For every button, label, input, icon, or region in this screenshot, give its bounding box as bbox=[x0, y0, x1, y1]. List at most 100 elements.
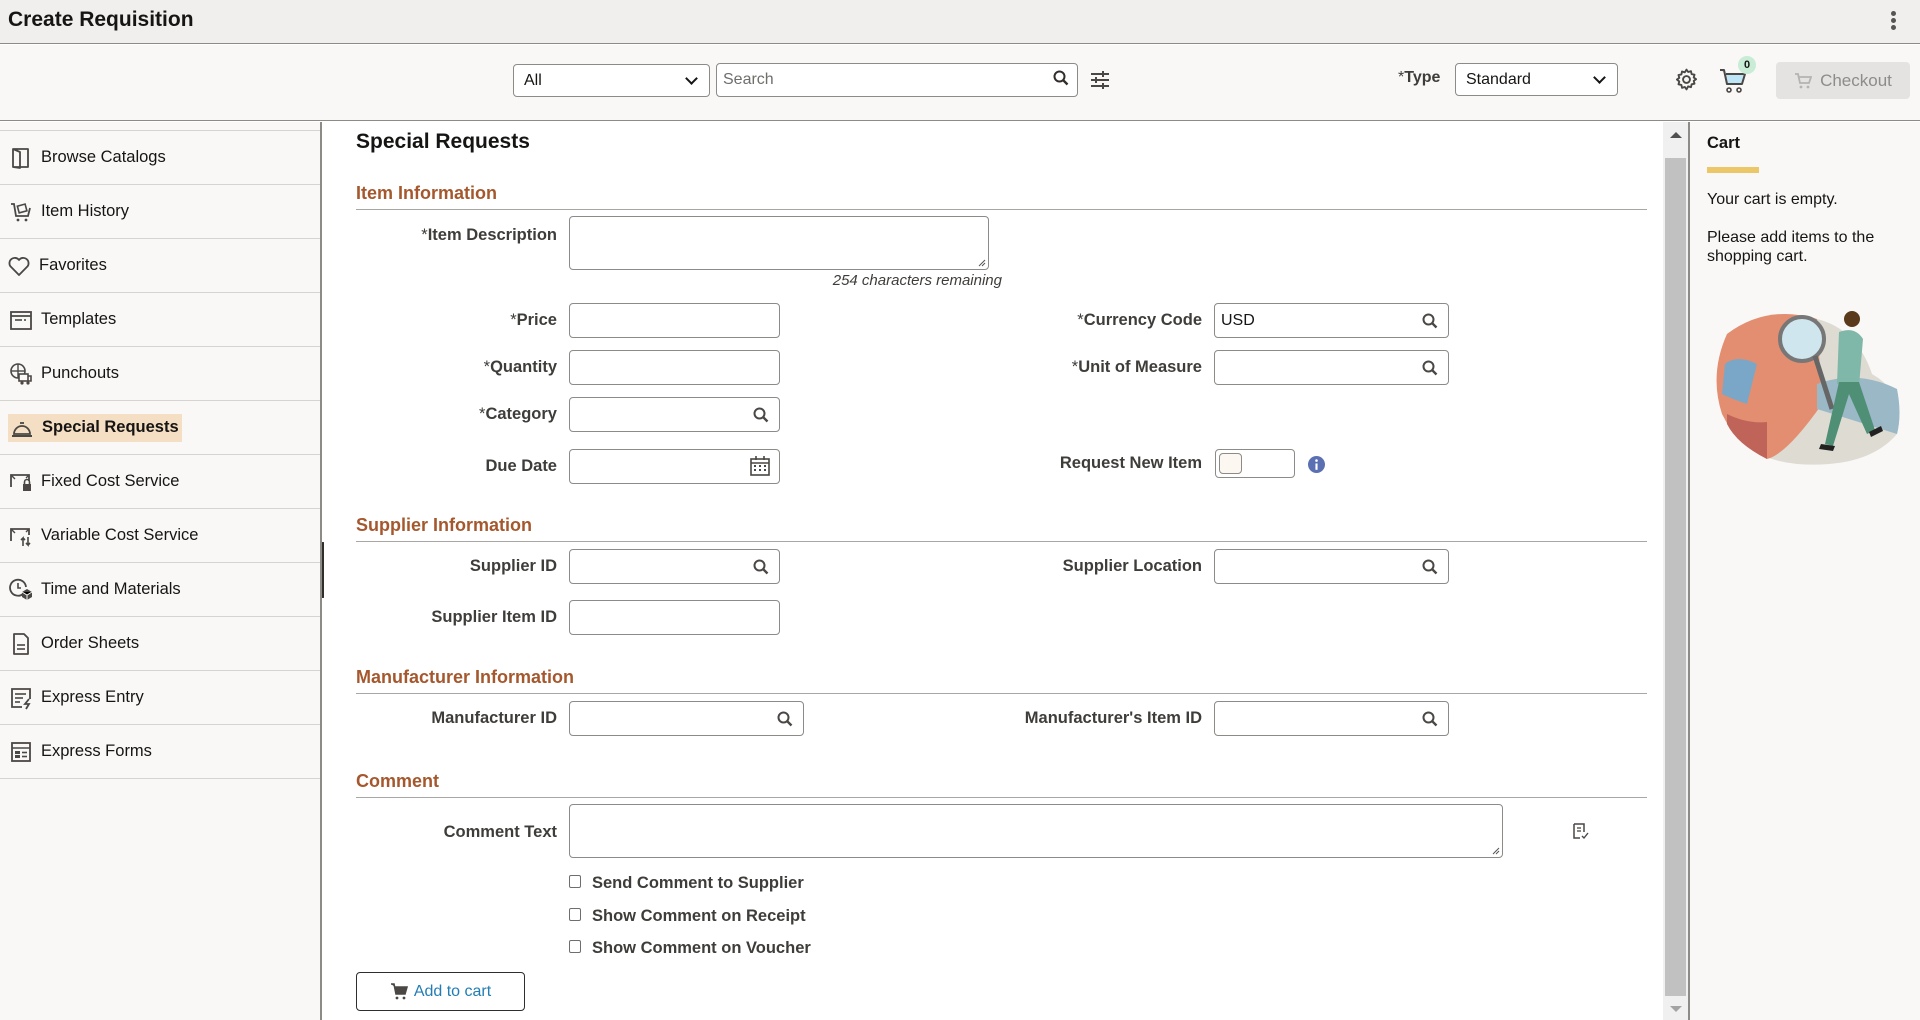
kebab-menu-icon[interactable] bbox=[1885, 9, 1901, 35]
search-icon[interactable] bbox=[1422, 360, 1438, 376]
sidebar-item-variable-cost-service[interactable]: Variable Cost Service bbox=[0, 509, 320, 563]
cart-checkout-icon bbox=[1795, 72, 1813, 88]
price-label: *Price bbox=[510, 311, 557, 329]
sidebar-item-item-history[interactable]: Item History bbox=[0, 185, 320, 239]
search-icon[interactable] bbox=[753, 407, 769, 423]
page-title: Special Requests bbox=[356, 130, 530, 153]
price-input[interactable] bbox=[569, 303, 780, 338]
globe-truck-icon bbox=[10, 362, 32, 385]
search-icon[interactable] bbox=[1422, 313, 1438, 329]
manufacturer-id-label: Manufacturer ID bbox=[431, 709, 557, 727]
sidebar-item-favorites[interactable]: Favorites bbox=[0, 239, 320, 293]
search-scope-select[interactable]: All bbox=[513, 64, 710, 97]
page-header-title: Create Requisition bbox=[8, 8, 194, 31]
show-comment-on-voucher-label: Show Comment on Voucher bbox=[592, 939, 811, 957]
supplier-id-label: Supplier ID bbox=[469, 557, 557, 575]
search-input[interactable]: Search bbox=[716, 63, 1078, 97]
unit-of-measure-input[interactable] bbox=[1214, 350, 1449, 385]
search-scope-value: All bbox=[524, 71, 542, 89]
type-select[interactable]: Standard bbox=[1455, 63, 1618, 96]
supplier-item-id-label: Supplier Item ID bbox=[431, 608, 557, 626]
info-icon[interactable] bbox=[1308, 456, 1325, 473]
sidebar-item-express-entry[interactable]: Express Entry bbox=[0, 671, 320, 725]
sidebar-item-order-sheets[interactable]: Order Sheets bbox=[0, 617, 320, 671]
search-icon[interactable] bbox=[1053, 70, 1069, 86]
cart-count-badge: 0 bbox=[1738, 56, 1756, 74]
clock-box-icon bbox=[9, 578, 33, 600]
chevron-down-icon bbox=[685, 71, 698, 85]
title-bar: Create Requisition bbox=[0, 0, 1920, 44]
quantity-input[interactable] bbox=[569, 350, 780, 385]
sidebar-item-special-requests[interactable]: Special Requests bbox=[0, 401, 320, 455]
supplier-location-input[interactable] bbox=[1214, 549, 1449, 584]
book-icon bbox=[12, 147, 29, 169]
cart-history-icon bbox=[11, 202, 31, 221]
fixed-cost-icon bbox=[10, 473, 31, 491]
show-comment-on-receipt-checkbox[interactable] bbox=[569, 908, 581, 921]
section-supplier-information: Supplier Information bbox=[356, 510, 1647, 542]
category-input[interactable] bbox=[569, 397, 780, 432]
checkout-button[interactable]: Checkout bbox=[1776, 62, 1910, 99]
quantity-label: *Quantity bbox=[483, 358, 557, 376]
request-new-item-toggle[interactable] bbox=[1215, 449, 1295, 478]
search-icon[interactable] bbox=[753, 559, 769, 575]
due-date-input[interactable] bbox=[569, 449, 780, 484]
characters-remaining: 254 characters remaining bbox=[832, 272, 1002, 289]
chevron-down-icon bbox=[1593, 70, 1606, 84]
document-icon bbox=[13, 632, 29, 655]
supplier-item-id-input[interactable] bbox=[569, 600, 780, 635]
add-to-cart-label: Add to cart bbox=[413, 982, 492, 1000]
show-comment-on-voucher-checkbox[interactable] bbox=[569, 940, 581, 953]
item-description-input[interactable] bbox=[569, 216, 989, 270]
search-icon[interactable] bbox=[1422, 711, 1438, 727]
search-icon[interactable] bbox=[1422, 559, 1438, 575]
cart-empty-message: Your cart is empty. bbox=[1707, 191, 1838, 208]
manufacturers-item-id-input[interactable] bbox=[1214, 701, 1449, 736]
filter-settings-icon[interactable] bbox=[1089, 69, 1111, 91]
resize-grip-icon[interactable] bbox=[1490, 845, 1500, 855]
supplier-id-input[interactable] bbox=[569, 549, 780, 584]
currency-code-label: *Currency Code bbox=[1077, 311, 1202, 329]
section-comment: Comment bbox=[356, 766, 1647, 798]
sidebar-item-punchouts[interactable]: Punchouts bbox=[0, 347, 320, 401]
type-label: *Type bbox=[1398, 69, 1441, 86]
manufacturer-id-input[interactable] bbox=[569, 701, 804, 736]
scroll-up-arrow-icon[interactable] bbox=[1670, 132, 1682, 138]
template-icon bbox=[10, 310, 32, 330]
cart-title: Cart bbox=[1707, 134, 1741, 152]
checkout-label: Checkout bbox=[1820, 70, 1892, 90]
comment-text-label: Comment Text bbox=[443, 823, 557, 841]
section-manufacturer-information: Manufacturer Information bbox=[356, 662, 1647, 694]
search-icon[interactable] bbox=[777, 711, 793, 727]
type-select-value: Standard bbox=[1466, 70, 1531, 88]
sidebar-item-fixed-cost-service[interactable]: Fixed Cost Service bbox=[0, 455, 320, 509]
unit-of-measure-label: *Unit of Measure bbox=[1071, 358, 1202, 376]
cart-panel: Cart Your cart is empty. Please add item… bbox=[1688, 122, 1920, 1020]
spell-check-icon[interactable] bbox=[1572, 822, 1590, 842]
sidebar-item-browse-catalogs[interactable]: Browse Catalogs bbox=[0, 131, 320, 185]
sidebar-item-express-forms[interactable]: Express Forms bbox=[0, 725, 320, 779]
gear-icon[interactable] bbox=[1674, 67, 1699, 92]
express-entry-icon bbox=[11, 687, 31, 709]
search-placeholder: Search bbox=[723, 71, 774, 88]
cart-icon bbox=[390, 983, 408, 1000]
sidebar-item-time-and-materials[interactable]: Time and Materials bbox=[0, 563, 320, 617]
sidebar-item-templates[interactable]: Templates bbox=[0, 293, 320, 347]
send-comment-to-supplier-checkbox[interactable] bbox=[569, 875, 581, 888]
add-to-cart-button[interactable]: Add to cart bbox=[356, 972, 525, 1011]
currency-code-input[interactable]: USD bbox=[1214, 303, 1449, 338]
scrollbar-thumb[interactable] bbox=[1665, 158, 1686, 996]
category-label: *Category bbox=[479, 405, 557, 423]
manufacturers-item-id-label: Manufacturer's Item ID bbox=[1024, 709, 1202, 727]
resize-grip-icon[interactable] bbox=[976, 257, 986, 267]
empty-cart-illustration bbox=[1716, 311, 1900, 465]
show-comment-on-receipt-label: Show Comment on Receipt bbox=[592, 907, 806, 925]
form-icon bbox=[11, 741, 31, 762]
scroll-down-arrow-icon[interactable] bbox=[1670, 1006, 1682, 1012]
comment-text-input[interactable] bbox=[569, 804, 1503, 858]
calendar-icon[interactable] bbox=[749, 455, 771, 477]
cart-instruction: Please add items to the shopping cart. bbox=[1707, 229, 1875, 265]
main-scrollbar[interactable] bbox=[1663, 122, 1688, 1020]
supplier-location-label: Supplier Location bbox=[1062, 557, 1202, 575]
cart-title-accent bbox=[1707, 167, 1759, 173]
